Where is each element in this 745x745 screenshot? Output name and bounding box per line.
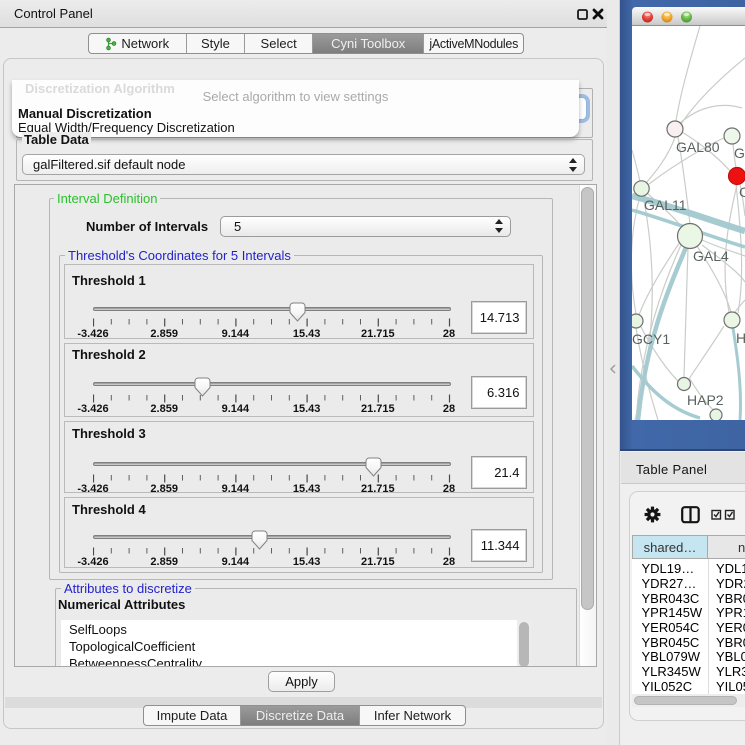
svg-text:HAP2: HAP2	[687, 392, 724, 408]
svg-text:C: C	[739, 184, 745, 200]
svg-text:H: H	[736, 330, 745, 346]
svg-text:GAL4: GAL4	[693, 248, 729, 264]
svg-text:G.: G.	[734, 145, 745, 161]
svg-text:GAL80: GAL80	[676, 139, 720, 155]
svg-text:GAL11: GAL11	[644, 197, 687, 213]
svg-text:GCY1: GCY1	[632, 331, 670, 347]
